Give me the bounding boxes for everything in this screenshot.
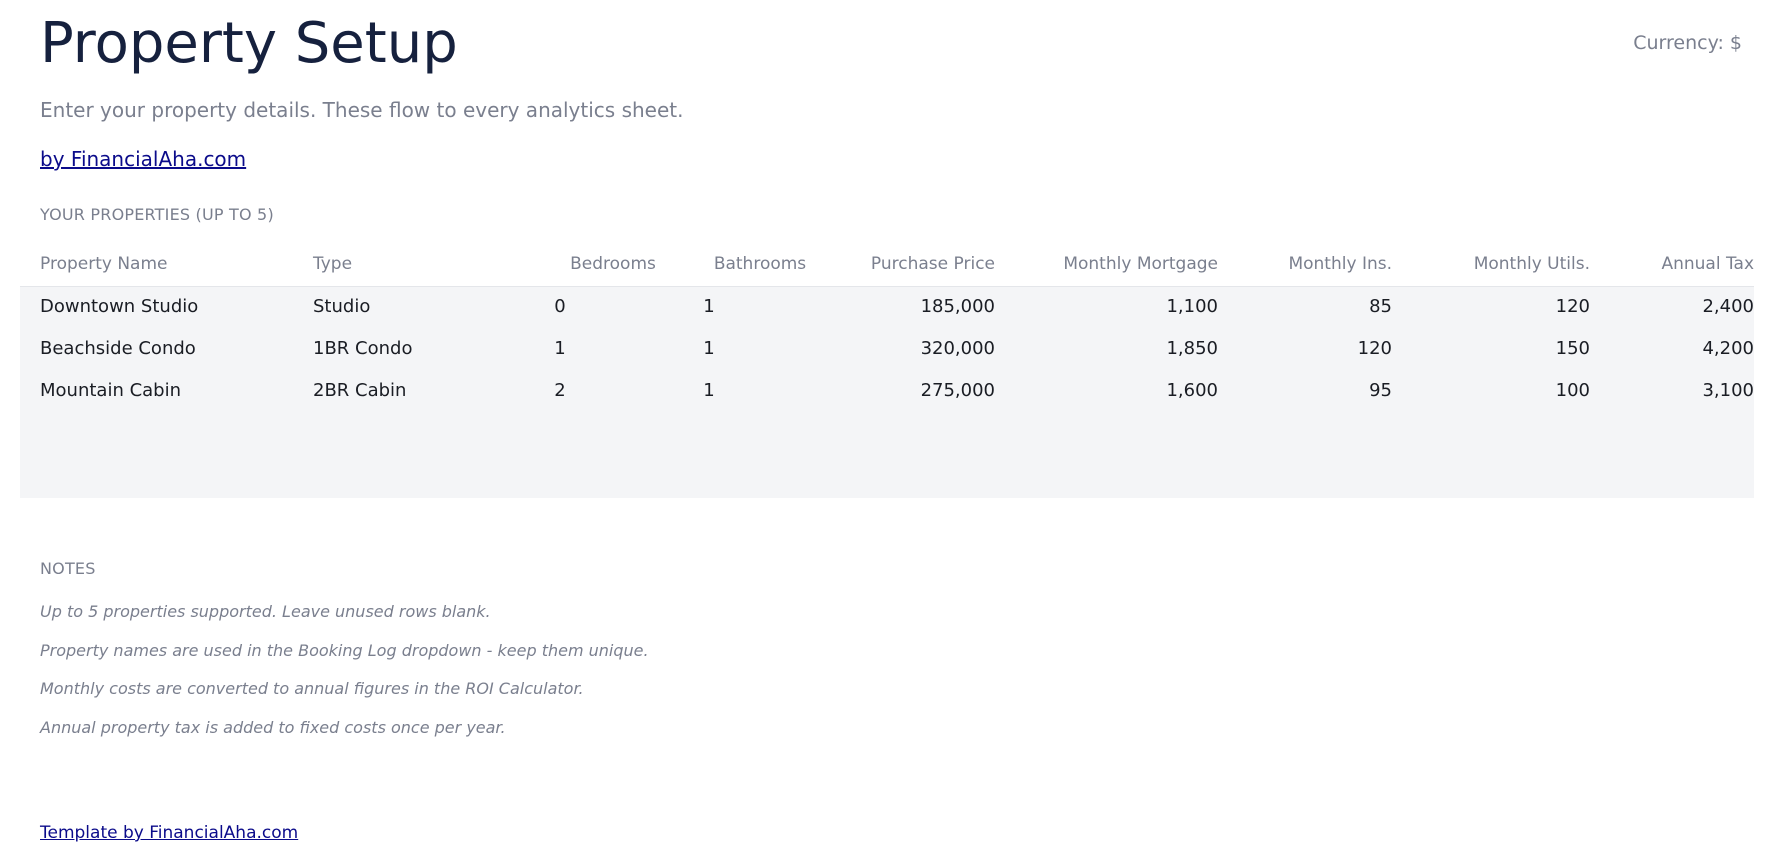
cell-monthly-insurance[interactable]: 95 <box>1369 380 1392 401</box>
note-item: Property names are used in the Booking L… <box>40 640 649 660</box>
cell-bathrooms[interactable]: 1 <box>639 380 779 401</box>
footer-template-link[interactable]: Template by FinancialAha.com <box>40 823 298 843</box>
cell-annual-tax[interactable]: 3,100 <box>1702 380 1754 401</box>
page-title: Property Setup <box>40 11 458 76</box>
cell-bathrooms[interactable]: 1 <box>639 338 779 359</box>
cell-purchase-price[interactable]: 185,000 <box>921 296 995 317</box>
properties-table: Property Name Type Bedrooms Bathrooms Pu… <box>20 244 1754 498</box>
currency-indicator: Currency: $ <box>1633 32 1742 54</box>
property-setup-page: Property Setup Currency: $ Enter your pr… <box>0 0 1774 863</box>
cell-annual-tax[interactable]: 2,400 <box>1702 296 1754 317</box>
table-row[interactable]: Mountain Cabin 2BR Cabin 2 1 275,000 1,6… <box>20 371 1754 413</box>
column-header-monthly-mortgage: Monthly Mortgage <box>1063 254 1218 274</box>
table-header-row: Property Name Type Bedrooms Bathrooms Pu… <box>20 244 1754 287</box>
cell-monthly-insurance[interactable]: 85 <box>1369 296 1392 317</box>
column-header-type: Type <box>313 254 353 274</box>
cell-monthly-utilities[interactable]: 150 <box>1556 338 1590 359</box>
cell-type[interactable]: Studio <box>313 296 370 317</box>
page-subtitle: Enter your property details. These flow … <box>40 98 684 122</box>
notes-list: Up to 5 properties supported. Leave unus… <box>40 602 649 756</box>
cell-bedrooms[interactable]: 2 <box>490 380 630 401</box>
cell-monthly-mortgage[interactable]: 1,100 <box>1166 296 1218 317</box>
note-item: Monthly costs are converted to annual fi… <box>40 679 584 698</box>
note-item: Annual property tax is added to fixed co… <box>40 717 506 737</box>
table-row[interactable]: Downtown Studio Studio 0 1 185,000 1,100… <box>20 287 1754 329</box>
cell-monthly-utilities[interactable]: 100 <box>1556 380 1590 401</box>
table-body: Downtown Studio Studio 0 1 185,000 1,100… <box>20 287 1754 498</box>
cell-type[interactable]: 1BR Condo <box>313 338 412 359</box>
column-header-monthly-insurance: Monthly Ins. <box>1288 254 1392 274</box>
cell-bedrooms[interactable]: 0 <box>490 296 630 317</box>
cell-monthly-utilities[interactable]: 120 <box>1556 296 1590 317</box>
cell-monthly-mortgage[interactable]: 1,600 <box>1166 380 1218 401</box>
cell-purchase-price[interactable]: 275,000 <box>921 380 995 401</box>
cell-purchase-price[interactable]: 320,000 <box>921 338 995 359</box>
cell-annual-tax[interactable]: 4,200 <box>1702 338 1754 359</box>
table-row[interactable]: Beachside Condo 1BR Condo 1 1 320,000 1,… <box>20 329 1754 371</box>
column-header-property-name: Property Name <box>40 254 168 274</box>
cell-bedrooms[interactable]: 1 <box>490 338 630 359</box>
cell-property-name[interactable]: Beachside Condo <box>40 338 196 359</box>
column-header-purchase-price: Purchase Price <box>870 254 995 274</box>
cell-monthly-insurance[interactable]: 120 <box>1358 338 1392 359</box>
cell-bathrooms[interactable]: 1 <box>639 296 779 317</box>
column-header-annual-tax: Annual Tax <box>1661 254 1754 274</box>
column-header-bathrooms: Bathrooms <box>713 254 807 274</box>
cell-monthly-mortgage[interactable]: 1,850 <box>1166 338 1218 359</box>
notes-section-label: NOTES <box>40 559 96 578</box>
cell-type[interactable]: 2BR Cabin <box>313 380 406 401</box>
cell-property-name[interactable]: Mountain Cabin <box>40 380 181 401</box>
properties-section-label: YOUR PROPERTIES (UP TO 5) <box>40 205 274 224</box>
brand-link[interactable]: by FinancialAha.com <box>40 147 246 171</box>
column-header-monthly-utilities: Monthly Utils. <box>1473 254 1590 274</box>
note-item: Up to 5 properties supported. Leave unus… <box>40 602 491 621</box>
cell-property-name[interactable]: Downtown Studio <box>40 296 198 317</box>
